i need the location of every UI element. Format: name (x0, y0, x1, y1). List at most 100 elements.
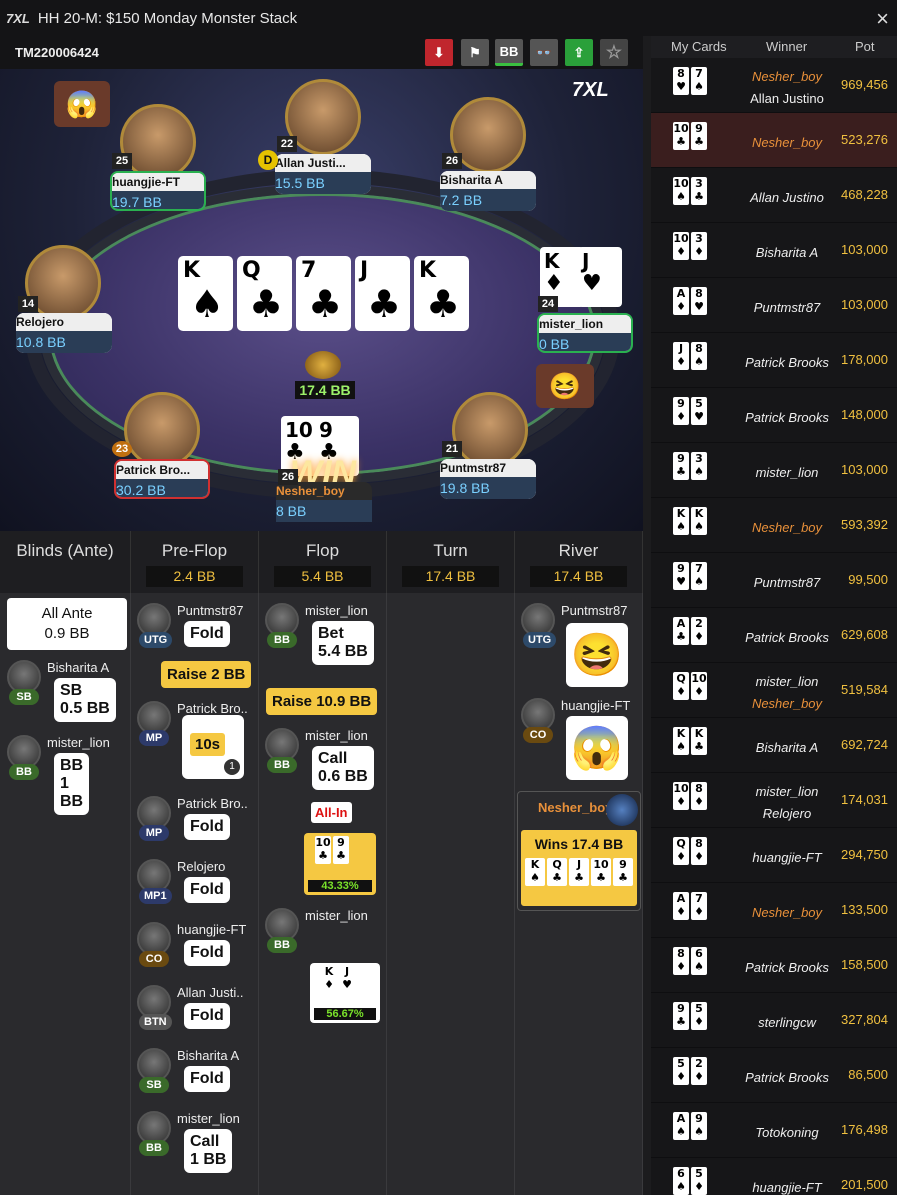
hand-row[interactable]: 10 ♦3 ♦ Bisharita A 103,000 (651, 223, 897, 278)
brand-logo: 7XL (572, 79, 609, 101)
share-icon[interactable]: ⇪ (565, 39, 593, 66)
avatar (124, 392, 200, 468)
equity-value: 56.67% (314, 1008, 376, 1020)
mini-card: A ♣ (673, 617, 689, 645)
seat-stack: 10.8 BB (16, 331, 112, 353)
winner-name: Patrick Brooks (745, 355, 829, 370)
hand-row[interactable]: A ♠9 ♠ Totokoning 176,498 (651, 1103, 897, 1158)
hand-row[interactable]: 10 ♠3 ♣ Allan Justino 468,228 (651, 168, 897, 223)
winning-card: K ♠ (525, 858, 545, 886)
winner-name: huangjie-FT (752, 850, 822, 865)
card-rank: Q (676, 837, 686, 850)
card-suit: ♠ (530, 871, 540, 884)
card-rank: K (676, 727, 686, 740)
hand-row[interactable]: Q ♦10 ♦ mister_lion Nesher_boy 519,584 (651, 663, 897, 718)
card-suit: ♣ (318, 849, 328, 862)
hand-row[interactable]: 8 ♦6 ♠ Patrick Brooks 158,500 (651, 938, 897, 993)
avatar (606, 794, 638, 826)
winner-name: Allan Justino (750, 190, 824, 205)
hand-row[interactable]: 9 ♦5 ♥ Patrick Brooks 148,000 (651, 388, 897, 443)
card-suit: ♦ (544, 271, 564, 296)
hand-row[interactable]: K ♠K ♠ Nesher_boy 593,392 (651, 498, 897, 553)
pot-value: 593,392 (841, 517, 888, 532)
hand-row[interactable]: 10 ♣9 ♣ Nesher_boy 523,276 (651, 113, 897, 168)
winner-names: sterlingcw (721, 1012, 853, 1034)
hand-list-panel: My Cards Winner Pot 8 ♥7 ♠ Nesher_boy Allan … (651, 36, 897, 1195)
pot-value: 178,000 (841, 352, 888, 367)
action-bubble: BB 1 BB (54, 753, 90, 815)
player-name: Puntmstr87 (177, 603, 244, 618)
hand-row[interactable]: J ♦8 ♠ Patrick Brooks 178,000 (651, 333, 897, 388)
card-suit: ♦ (694, 1180, 704, 1193)
col-title: Pre-Flop (161, 541, 228, 560)
hand-row[interactable]: 10 ♦8 ♦ mister_lion Relojero 174,031 (651, 773, 897, 828)
position-badge: MP (139, 825, 169, 841)
flop-column: Raise 10.9 BB All-In 10 ♣9 ♣ 43.33% K ♦J ♥ 5… (259, 593, 387, 1195)
card-rank: 3 (695, 232, 703, 245)
level-badge: 23 (112, 441, 132, 457)
hand-row[interactable]: 8 ♥7 ♠ Nesher_boy Allan Justino 969,456 (651, 58, 897, 113)
card-rank: 8 (695, 837, 703, 850)
report-icon[interactable]: ⚑ (461, 39, 489, 66)
mini-card: 7 ♠ (691, 67, 707, 95)
my-cards: 9 ♦5 ♥ (673, 397, 709, 425)
card-rank: 10 (315, 836, 331, 849)
winner-names: Patrick Brooks (721, 407, 853, 429)
seat-patrick[interactable] (124, 392, 200, 468)
winner-names: Puntmstr87 (721, 297, 853, 319)
title-bar: 7XL HH 20-M: $150 Monday Monster Stack × (0, 0, 897, 36)
winner-names: Bisharita A (721, 737, 853, 759)
card-suit: ♦ (676, 1070, 686, 1083)
position-badge: BB (139, 1140, 169, 1156)
mini-card: 2 ♦ (691, 1057, 707, 1085)
mini-card: K ♣ (691, 727, 707, 755)
hand-row[interactable]: 9 ♣5 ♦ sterlingcw 327,804 (651, 993, 897, 1048)
hand-row[interactable]: A ♦8 ♥ Puntmstr87 103,000 (651, 278, 897, 333)
action-bubble: Fold (184, 621, 230, 647)
allin-tag: All-In (311, 802, 352, 823)
my-cards: 6 ♠5 ♦ (673, 1167, 709, 1195)
winning-card: J ♣ (569, 858, 589, 886)
my-cards: 8 ♥7 ♠ (673, 67, 709, 95)
header-my-cards[interactable]: My Cards (671, 39, 727, 54)
seat-stack: 15.5 BB (275, 172, 371, 194)
header-pot[interactable]: Pot (855, 39, 875, 54)
col-pot: 2.4 BB (146, 566, 243, 587)
download-icon[interactable]: ⬇ (425, 39, 453, 66)
seat-plate: huangjie-FT 19.7 BB (110, 171, 206, 211)
incognito-icon[interactable]: 👓 (530, 39, 558, 66)
card-suit: ♣ (676, 630, 686, 643)
mini-card: 8 ♦ (691, 837, 707, 865)
equity-value: 43.33% (308, 880, 372, 892)
mini-card: Q ♦ (673, 837, 689, 865)
hand-row[interactable]: 6 ♠5 ♦ huangjie-FT 201,500 (651, 1158, 897, 1195)
position-badge: SB (139, 1077, 169, 1093)
hand-row[interactable]: 5 ♦2 ♦ Patrick Brooks 86,500 (651, 1048, 897, 1103)
header-winner[interactable]: Winner (766, 39, 807, 54)
hand-row[interactable]: Q ♦8 ♦ huangjie-FT 294,750 (651, 828, 897, 883)
my-cards: 10 ♦8 ♦ (673, 782, 709, 810)
card-suit: ♦ (676, 850, 686, 863)
card-suit: ♦ (694, 245, 704, 258)
bb-toggle-button[interactable]: BB (495, 39, 523, 66)
seat-stack: 0 BB (539, 333, 631, 351)
card-suit: ♣ (336, 849, 346, 862)
card-suit: ♣ (249, 282, 284, 326)
position-badge: BB (267, 632, 297, 648)
favorite-star-icon[interactable]: ☆ (600, 39, 628, 66)
hand-row[interactable]: 9 ♥7 ♠ Puntmstr87 99,500 (651, 553, 897, 608)
winner-names: Nesher_boy (721, 517, 853, 539)
hand-row[interactable]: A ♦7 ♦ Nesher_boy 133,500 (651, 883, 897, 938)
card-suit: ♦ (694, 1015, 704, 1028)
close-icon[interactable]: × (876, 6, 889, 32)
hand-row[interactable]: A ♣2 ♦ Patrick Brooks 629,608 (651, 608, 897, 663)
winner-names: Bisharita A (721, 242, 853, 264)
hand-row[interactable]: 9 ♣3 ♠ mister_lion 103,000 (651, 443, 897, 498)
card-suit: ♦ (694, 1070, 704, 1083)
seat-puntmstr[interactable] (452, 392, 528, 468)
card-suit: ♠ (694, 465, 704, 478)
card-suit: ♠ (676, 1125, 686, 1138)
card-rank: 10 (593, 858, 609, 871)
card-rank: J (360, 258, 369, 283)
hand-row[interactable]: K ♠K ♣ Bisharita A 692,724 (651, 718, 897, 773)
